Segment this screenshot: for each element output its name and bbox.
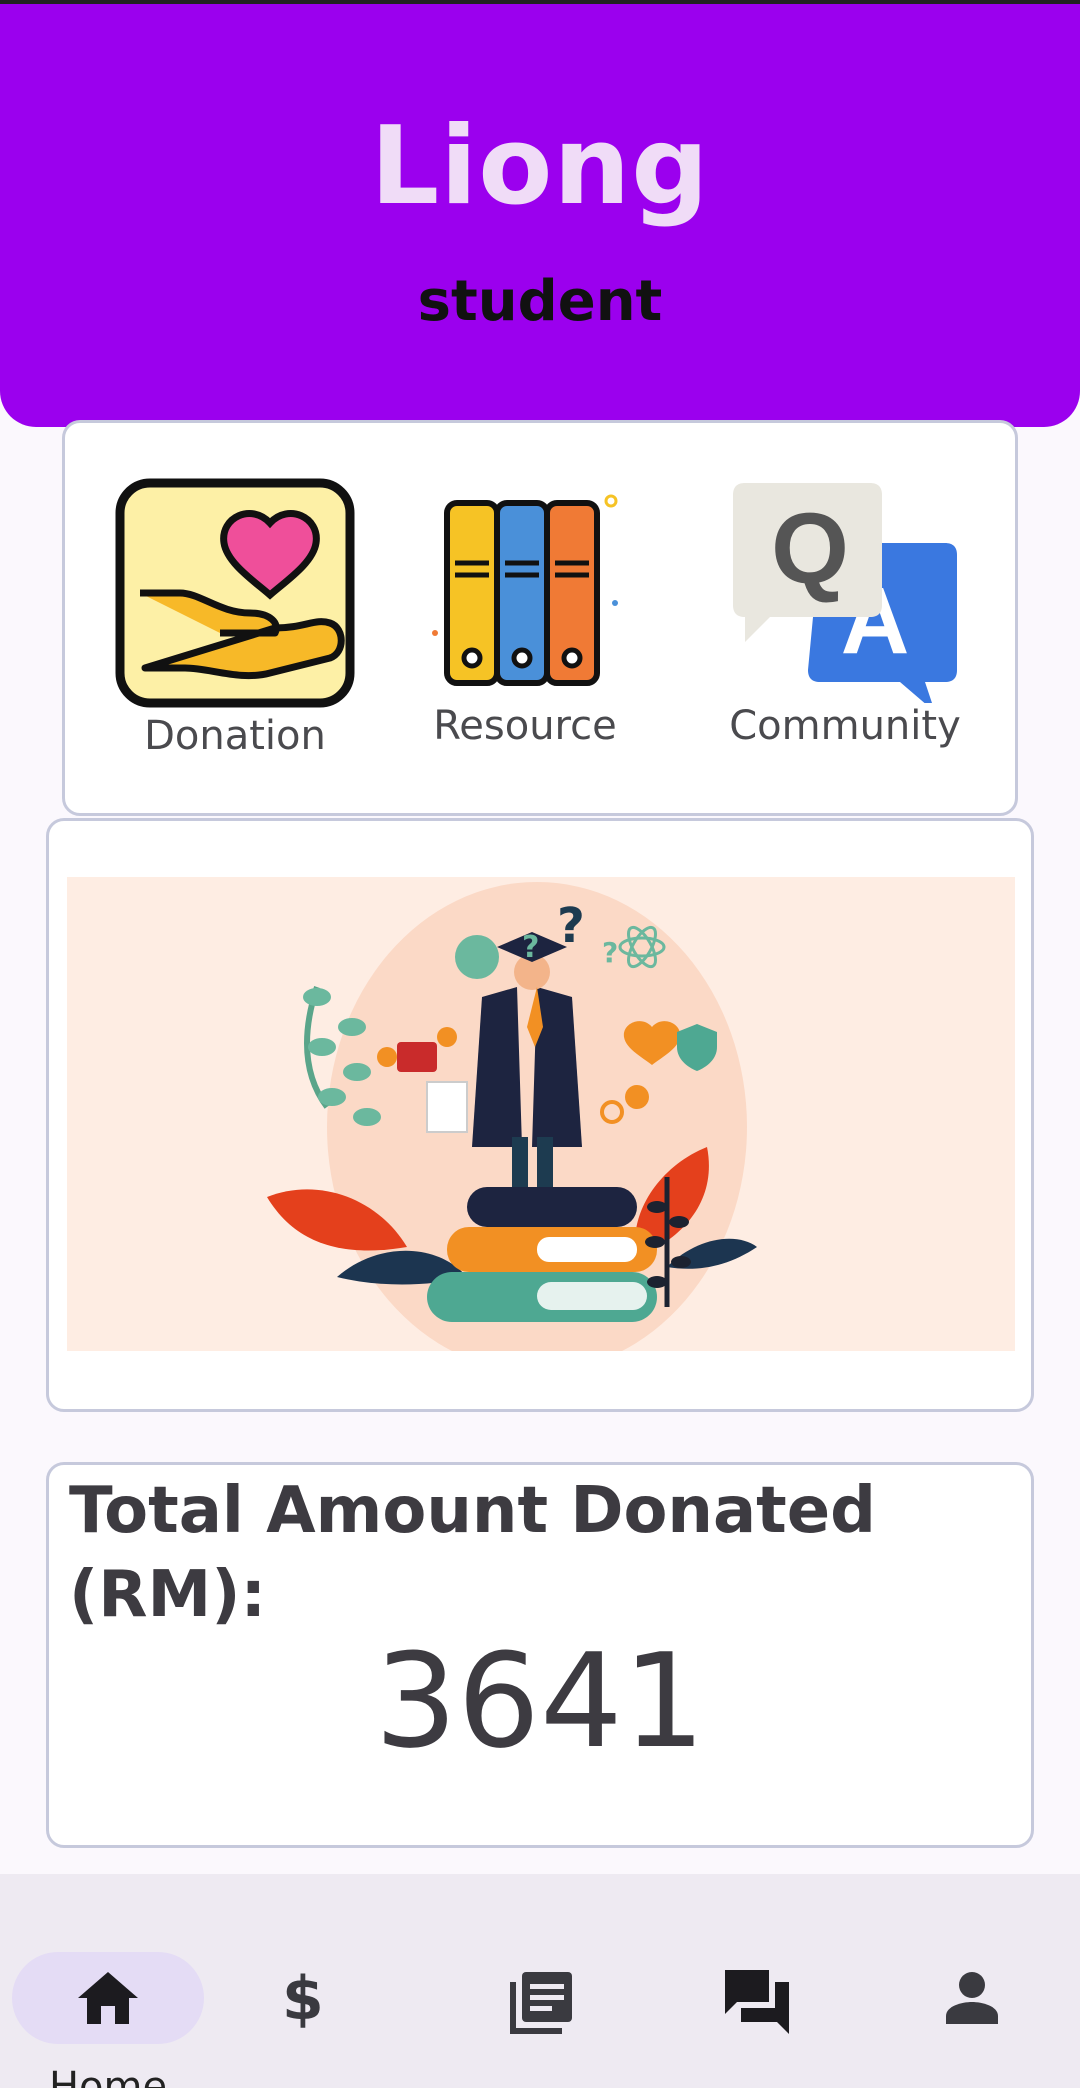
dollar-icon: $ (282, 1964, 324, 2034)
svg-text:?: ? (522, 930, 539, 965)
community-button[interactable]: A Q Community (725, 473, 965, 749)
menu-card: Donation Resource A Q Community (62, 420, 1018, 816)
user-name: Liong (370, 104, 710, 229)
resource-binders-icon (432, 494, 618, 686)
total-donated-label: Total Amount Donated (RM): (69, 1474, 876, 1632)
nav-profile[interactable] (872, 1914, 1072, 2074)
svg-text:?: ? (557, 898, 585, 954)
nav-home[interactable]: Home (0, 1914, 204, 2088)
person-icon (946, 1972, 998, 2024)
book-list-icon (510, 1972, 572, 2034)
community-label: Community (729, 703, 961, 749)
banner-card: ? ? ? (46, 818, 1034, 1412)
profile-header: Liong student (0, 4, 1080, 427)
donation-button[interactable]: Donation (105, 473, 365, 759)
home-icon (78, 1972, 138, 2024)
resource-label: Resource (433, 703, 617, 749)
total-donated-value: 3641 (374, 1625, 706, 1777)
bottom-navigation: Home $ (0, 1874, 1080, 2088)
user-role: student (417, 269, 663, 334)
donation-heart-hand-icon (115, 478, 355, 708)
resource-button[interactable]: Resource (415, 483, 635, 749)
chat-icon (725, 1970, 789, 2034)
total-donated-card: Total Amount Donated (RM): 3641 (46, 1462, 1034, 1848)
nav-community[interactable] (655, 1914, 855, 2074)
donation-label: Donation (144, 713, 326, 759)
nav-donate[interactable]: $ (220, 1914, 420, 2074)
svg-text:?: ? (602, 936, 618, 969)
nav-home-label: Home (48, 2064, 168, 2088)
nav-resources[interactable] (440, 1914, 640, 2074)
graduate-illustration: ? ? ? (67, 877, 1015, 1351)
community-qa-icon: A Q (733, 483, 957, 703)
svg-text:Q: Q (771, 493, 849, 605)
